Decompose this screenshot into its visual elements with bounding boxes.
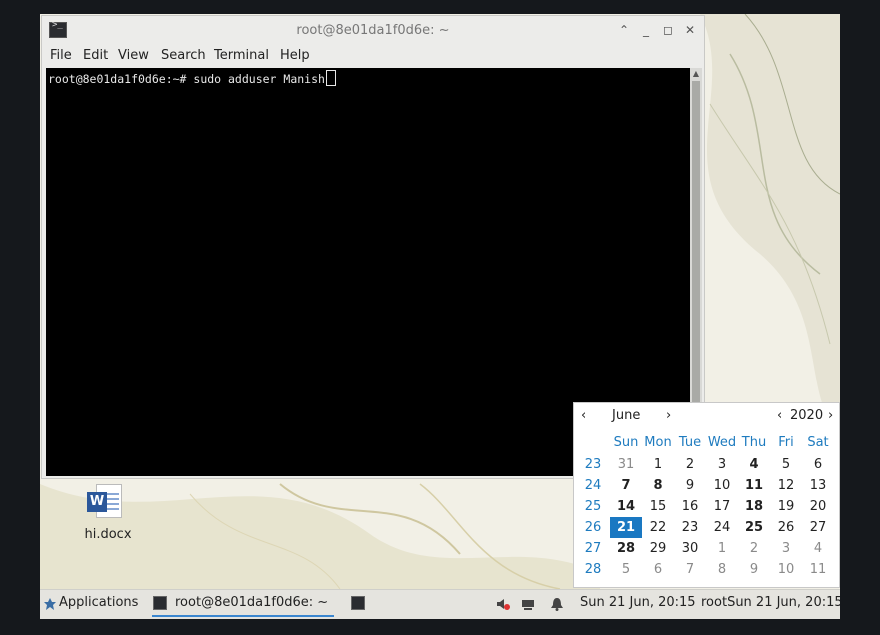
calendar-day[interactable]: 4	[738, 454, 770, 475]
terminal-icon	[153, 596, 167, 610]
prev-month-button[interactable]: ‹	[581, 408, 586, 423]
calendar-day[interactable]: 11	[738, 475, 770, 496]
weekday-header: Thu	[741, 435, 767, 450]
minimize-button[interactable]: _	[638, 22, 654, 38]
prev-year-button[interactable]: ‹	[777, 408, 782, 423]
terminal-launcher-icon[interactable]	[351, 596, 365, 610]
week-number: 23	[584, 457, 602, 472]
calendar-day[interactable]: 6	[642, 559, 674, 580]
calendar-day[interactable]: 5	[770, 454, 802, 475]
calendar-day[interactable]: 2	[674, 454, 706, 475]
week-number: 27	[584, 541, 602, 556]
taskbar: Applications root@8e01da1f0d6e: ~ Sun 21…	[40, 589, 840, 619]
calendar-day[interactable]: 9	[738, 559, 770, 580]
week-number: 24	[584, 478, 602, 493]
calendar-day[interactable]: 14	[610, 496, 642, 517]
calendar-day[interactable]: 8	[706, 559, 738, 580]
weekday-header: Sun	[613, 435, 639, 450]
terminal-line: root@8e01da1f0d6e:~# sudo adduser Manish	[48, 70, 336, 86]
next-year-button[interactable]: ›	[828, 408, 833, 423]
calendar-day[interactable]: 1	[642, 454, 674, 475]
menu-terminal[interactable]: Terminal	[214, 48, 269, 63]
menu-search[interactable]: Search	[161, 48, 206, 63]
text-cursor	[325, 70, 336, 86]
calendar-day[interactable]: 8	[642, 475, 674, 496]
menu-bar: File Edit View Search Terminal Help	[42, 46, 704, 68]
calendar-day[interactable]: 6	[802, 454, 834, 475]
week-number: 25	[584, 499, 602, 514]
calendar-day[interactable]: 21	[610, 517, 642, 538]
calendar-day[interactable]: 3	[770, 538, 802, 559]
calendar-day[interactable]: 13	[802, 475, 834, 496]
next-month-button[interactable]: ›	[666, 408, 671, 423]
calendar-day[interactable]: 2	[738, 538, 770, 559]
desktop-file-hi-docx[interactable]: W hi.docx	[82, 484, 132, 548]
command-text: root@8e01da1f0d6e:~# sudo adduser Manish	[48, 72, 325, 86]
calendar-day[interactable]: 12	[770, 475, 802, 496]
word-logo-icon: W	[87, 492, 107, 512]
calendar-popup: ‹ June › ‹ 2020 › Sun Mon Tue Wed Thu Fri Sat 2…	[573, 402, 840, 588]
terminal-titlebar[interactable]: >_ root@8e01da1f0d6e: ~ ⌃ _ ◻ ✕	[42, 16, 704, 46]
calendar-day[interactable]: 20	[802, 496, 834, 517]
user-clock[interactable]: rootSun 21 Jun, 20:15	[701, 595, 840, 610]
taskbar-window-button[interactable]: root@8e01da1f0d6e: ~	[175, 595, 328, 610]
week-number: 26	[584, 520, 602, 535]
close-button[interactable]: ✕	[682, 22, 698, 38]
file-label: hi.docx	[84, 527, 132, 542]
volume-muted-icon[interactable]	[496, 597, 510, 611]
weekday-header: Tue	[678, 435, 702, 450]
calendar-day[interactable]: 22	[642, 517, 674, 538]
weekday-header: Wed	[707, 435, 737, 450]
notification-bell-icon[interactable]	[550, 597, 564, 611]
menu-help[interactable]: Help	[280, 48, 310, 63]
calendar-day[interactable]: 28	[610, 538, 642, 559]
weekday-header: Fri	[778, 435, 794, 450]
calendar-day[interactable]: 7	[674, 559, 706, 580]
chevron-up-icon[interactable]: ⌃	[616, 22, 632, 38]
calendar-day[interactable]: 25	[738, 517, 770, 538]
calendar-day[interactable]: 16	[674, 496, 706, 517]
calendar-day[interactable]: 31	[610, 454, 642, 475]
calendar-day[interactable]: 11	[802, 559, 834, 580]
calendar-day[interactable]: 10	[770, 559, 802, 580]
desktop-screen: >_ root@8e01da1f0d6e: ~ ⌃ _ ◻ ✕ File Edi…	[40, 14, 840, 619]
clock[interactable]: Sun 21 Jun, 20:15	[580, 595, 696, 610]
calendar-day[interactable]: 5	[610, 559, 642, 580]
weekday-header: Mon	[644, 435, 672, 450]
calendar-day[interactable]: 18	[738, 496, 770, 517]
network-icon[interactable]	[521, 597, 535, 611]
calendar-day[interactable]: 23	[674, 517, 706, 538]
calendar-day[interactable]: 10	[706, 475, 738, 496]
calendar-day[interactable]: 3	[706, 454, 738, 475]
menu-view[interactable]: View	[118, 48, 149, 63]
calendar-day[interactable]: 1	[706, 538, 738, 559]
applications-menu[interactable]: Applications	[59, 595, 138, 610]
window-title: root@8e01da1f0d6e: ~	[296, 23, 450, 38]
calendar-day[interactable]: 4	[802, 538, 834, 559]
calendar-day[interactable]: 29	[642, 538, 674, 559]
calendar-day[interactable]: 17	[706, 496, 738, 517]
calendar-day[interactable]: 7	[610, 475, 642, 496]
menu-edit[interactable]: Edit	[83, 48, 108, 63]
calendar-day[interactable]: 15	[642, 496, 674, 517]
week-number: 28	[584, 562, 602, 577]
month-label: June	[612, 408, 641, 423]
weekday-header: Sat	[807, 435, 829, 450]
maximize-button[interactable]: ◻	[660, 22, 676, 38]
calendar-day[interactable]: 19	[770, 496, 802, 517]
menu-file[interactable]: File	[50, 48, 72, 63]
calendar-day[interactable]: 30	[674, 538, 706, 559]
year-label: 2020	[790, 408, 824, 423]
calendar-day[interactable]: 26	[770, 517, 802, 538]
calendar-day[interactable]: 24	[706, 517, 738, 538]
calendar-day[interactable]: 27	[802, 517, 834, 538]
scroll-up-arrow-icon[interactable]: ▲	[690, 68, 702, 80]
applications-menu-icon[interactable]	[43, 597, 57, 611]
active-task-indicator	[152, 615, 334, 617]
calendar-day[interactable]: 9	[674, 475, 706, 496]
